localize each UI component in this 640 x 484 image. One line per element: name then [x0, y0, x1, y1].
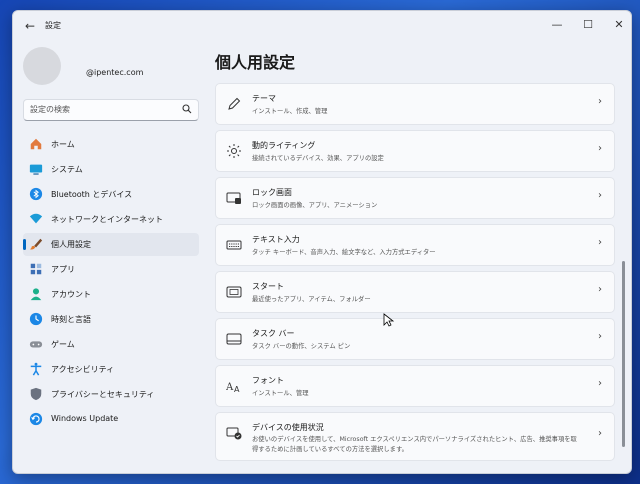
keyboard-icon — [226, 240, 242, 250]
app-title: 設定 — [45, 21, 61, 30]
svg-text:A: A — [226, 382, 234, 393]
scrollbar[interactable] — [622, 261, 625, 447]
back-arrow-icon[interactable]: ← — [23, 19, 37, 33]
font-icon: AA — [226, 382, 240, 394]
card-subtitle: タッチ キーボード、音声入力、絵文字など、入力方式エディター — [252, 249, 436, 256]
sidebar-item[interactable]: ホーム — [23, 133, 199, 156]
title-bar: ← 設定 — ☐ ✕ — [13, 11, 631, 41]
card-subtitle: インストール、管理 — [252, 390, 309, 397]
sidebar-item-label: 個人用設定 — [51, 240, 91, 249]
sidebar-item-label: 時刻と言語 — [51, 315, 91, 324]
card-subtitle: 最近使ったアプリ、アイテム、フォルダー — [252, 296, 371, 303]
sidebar-item-label: Bluetooth とデバイス — [51, 190, 133, 199]
svg-text:A: A — [234, 385, 240, 394]
device-usage-icon — [226, 427, 242, 440]
settings-window: ← 設定 — ☐ ✕ @ipentec.com 設定の検索 ホームシステム Blu… — [12, 10, 632, 474]
avatar[interactable] — [23, 47, 61, 85]
user-email: @ipentec.com — [86, 68, 144, 77]
sidebar-item-label: アカウント — [51, 290, 91, 299]
chevron-right-icon: › — [598, 284, 602, 295]
chevron-right-icon: › — [598, 378, 602, 389]
sidebar-item-label: アクセシビリティ — [51, 365, 115, 374]
settings-card[interactable]: スタート最近使ったアプリ、アイテム、フォルダー › — [215, 271, 615, 313]
sidebar-item-label: ネットワークとインターネット — [51, 215, 163, 224]
card-title: タスク バー — [252, 329, 295, 338]
sidebar-item[interactable]: プライバシーとセキュリティ — [23, 383, 199, 406]
sidebar-item-label: Windows Update — [51, 414, 119, 423]
card-title: テーマ — [252, 94, 276, 103]
card-title: 動的ライティング — [252, 141, 316, 150]
system-display-icon — [29, 164, 43, 175]
sidebar-item[interactable]: 個人用設定 — [23, 233, 199, 256]
card-subtitle: お使いのデバイスを使用して、Microsoft エクスペリエンス内でパーソナライ… — [252, 436, 577, 453]
sidebar-item-label: ホーム — [51, 140, 75, 149]
shield-icon — [30, 387, 42, 401]
home-icon — [30, 138, 42, 150]
chevron-right-icon: › — [598, 190, 602, 201]
sidebar-item[interactable]: Windows Update — [23, 408, 199, 431]
sidebar-item[interactable]: アクセシビリティ — [23, 358, 199, 381]
card-subtitle: 接続されているデバイス、効果、アプリの設定 — [252, 155, 384, 162]
settings-card[interactable]: テキスト入力タッチ キーボード、音声入力、絵文字など、入力方式エディター › — [215, 224, 615, 266]
chevron-right-icon: › — [598, 96, 602, 107]
card-title: スタート — [252, 282, 284, 291]
apps-icon — [30, 263, 42, 275]
sidebar-item[interactable]: アカウント — [23, 283, 199, 306]
start-menu-icon — [226, 286, 242, 298]
bluetooth-icon — [29, 187, 43, 201]
settings-card[interactable]: A A フォントインストール、管理 › — [215, 365, 615, 407]
accessibility-icon — [30, 362, 42, 376]
lock-screen-icon — [226, 192, 241, 204]
page-title: 個人用設定 — [215, 53, 296, 72]
sidebar-item-label: ゲーム — [51, 340, 75, 349]
card-title: デバイスの使用状況 — [252, 423, 324, 432]
sidebar-item[interactable]: システム — [23, 158, 199, 181]
chevron-right-icon: › — [598, 237, 602, 248]
sun-light-icon — [227, 144, 241, 158]
settings-card[interactable]: タスク バータスク バーの動作、システム ピン › — [215, 318, 615, 360]
search-input[interactable]: 設定の検索 — [23, 99, 199, 121]
wifi-icon — [29, 213, 43, 224]
settings-card[interactable]: テーマインストール、作成、管理 › — [215, 83, 615, 125]
globe-clock-icon — [29, 312, 43, 326]
sidebar-item-label: プライバシーとセキュリティ — [51, 390, 155, 399]
pen-icon — [228, 97, 241, 110]
paintbrush-icon — [29, 238, 43, 250]
settings-card[interactable]: デバイスの使用状況お使いのデバイスを使用して、Microsoft エクスペリエン… — [215, 412, 615, 461]
person-icon — [30, 288, 42, 301]
search-icon — [182, 104, 192, 114]
sidebar-item[interactable]: 時刻と言語 — [23, 308, 199, 331]
sidebar-item[interactable]: アプリ — [23, 258, 199, 281]
card-title: フォント — [252, 376, 284, 385]
chevron-right-icon: › — [598, 143, 602, 154]
sidebar-item-label: システム — [51, 165, 83, 174]
minimize-button[interactable]: — — [543, 15, 571, 35]
sidebar-item-label: アプリ — [51, 265, 75, 274]
sidebar-item[interactable]: ネットワークとインターネット — [23, 208, 199, 231]
maximize-button[interactable]: ☐ — [574, 15, 602, 35]
taskbar-icon — [226, 333, 242, 345]
gamepad-icon — [29, 341, 43, 348]
settings-card[interactable]: ロック画面ロック画面の画像、アプリ、アニメーション › — [215, 177, 615, 219]
update-icon — [29, 412, 43, 426]
card-title: テキスト入力 — [252, 235, 300, 244]
settings-card[interactable]: 動的ライティング接続されているデバイス、効果、アプリの設定 › — [215, 130, 615, 172]
chevron-right-icon: › — [598, 428, 602, 439]
sidebar-item[interactable]: Bluetooth とデバイス — [23, 183, 199, 206]
mouse-cursor-icon — [383, 313, 395, 327]
settings-card-list: テーマ インストール、作成、管理 › 動的ライティング 接続されているデバイス、効果、ア… — [215, 83, 615, 463]
sidebar-nav: ホームシステム Bluetooth とデバイスネットワークとインターネット 個人用設… — [23, 133, 199, 433]
card-subtitle: ロック画面の画像、アプリ、アニメーション — [252, 202, 378, 209]
sidebar-item[interactable]: ゲーム — [23, 333, 199, 356]
search-placeholder: 設定の検索 — [30, 105, 70, 114]
card-subtitle: タスク バーの動作、システム ピン — [252, 343, 351, 350]
close-button[interactable]: ✕ — [605, 15, 631, 35]
card-subtitle: インストール、作成、管理 — [252, 108, 328, 115]
card-title: ロック画面 — [252, 188, 292, 197]
chevron-right-icon: › — [598, 331, 602, 342]
